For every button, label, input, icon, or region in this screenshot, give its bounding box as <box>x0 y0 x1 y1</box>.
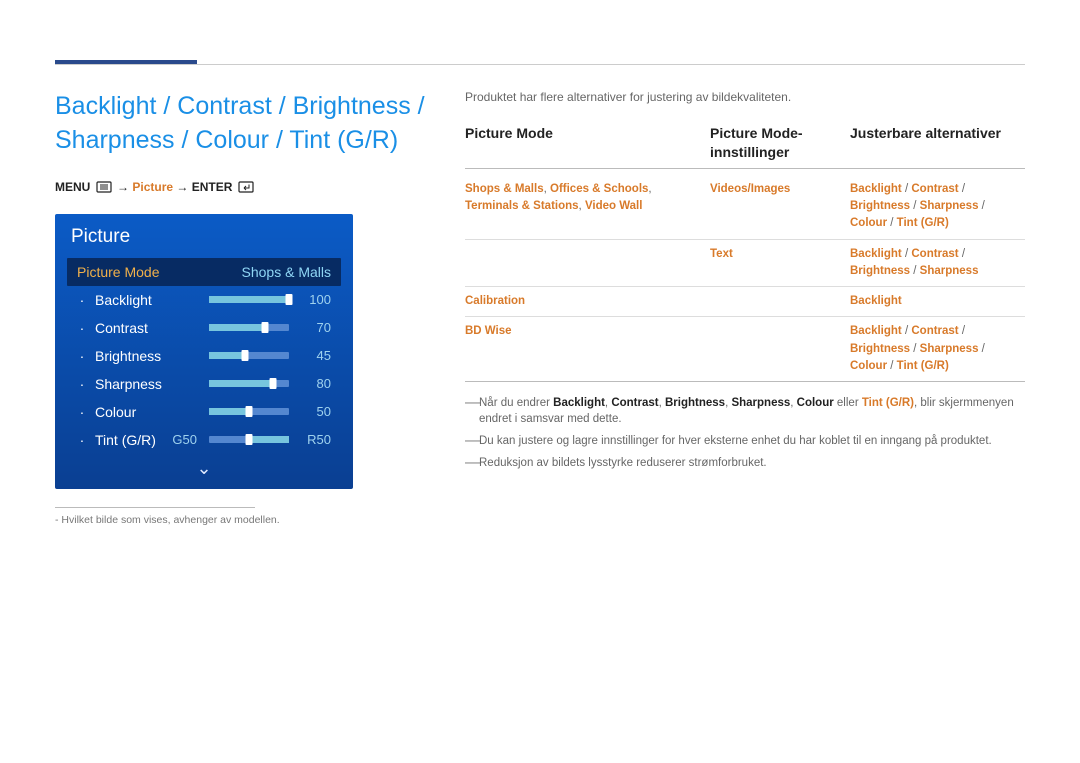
right-column: Produktet har flere alternativer for jus… <box>465 90 1025 526</box>
table-row: Shops & Malls, Offices & Schools, Termin… <box>465 175 1025 240</box>
osd-slider[interactable] <box>209 380 289 387</box>
breadcrumb-menu: MENU <box>55 180 90 194</box>
table-cell <box>710 323 850 375</box>
osd-slider[interactable] <box>209 352 289 359</box>
osd-tint-slider[interactable] <box>209 436 289 443</box>
osd-item-label: Colour <box>95 404 201 420</box>
divider-top <box>55 64 1025 65</box>
left-column: Backlight / Contrast / Brightness / Shar… <box>55 90 425 526</box>
osd-item-value: 80 <box>297 376 331 391</box>
bullet-icon: · <box>77 320 87 336</box>
table-cell: Backlight / Contrast / Brightness / Shar… <box>850 323 1025 375</box>
osd-row[interactable]: · Contrast 70 <box>67 314 341 342</box>
osd-tint-row[interactable]: · Tint (G/R) G50 R50 <box>67 426 341 454</box>
table-cell: Backlight / Contrast / Brightness / Shar… <box>850 181 1025 233</box>
note-text: Når du endrer Backlight, Contrast, Brigh… <box>479 395 1025 427</box>
osd-tint-left: G50 <box>165 432 197 447</box>
table-header-row: Picture Mode Picture Mode-innstillinger … <box>465 124 1025 169</box>
dash-icon: ― <box>465 433 479 449</box>
osd-selected-value: Shops & Malls <box>242 264 331 280</box>
osd-slider[interactable] <box>209 324 289 331</box>
footnote: - Hvilket bilde som vises, avhenger av m… <box>55 514 425 526</box>
table-cell <box>710 293 850 310</box>
bullet-icon: · <box>77 376 87 392</box>
table-cell: Videos/Images <box>710 181 850 233</box>
table-cell: BD Wise <box>465 323 710 375</box>
table-cell: Text <box>710 246 850 281</box>
note-row: ―Når du endrer Backlight, Contrast, Brig… <box>465 392 1025 430</box>
osd-row[interactable]: · Backlight 100 <box>67 286 341 314</box>
osd-item-label: Backlight <box>95 292 201 308</box>
osd-slider[interactable] <box>209 296 289 303</box>
table-cell: Shops & Malls, Offices & Schools, Termin… <box>465 181 710 233</box>
accent-bar <box>55 60 197 64</box>
osd-selected-label: Picture Mode <box>77 264 159 280</box>
table-header-picture-mode: Picture Mode <box>465 124 710 162</box>
osd-row[interactable]: · Sharpness 80 <box>67 370 341 398</box>
enter-icon <box>238 181 254 196</box>
note-row: ―Reduksjon av bildets lysstyrke redusere… <box>465 452 1025 474</box>
chevron-down-icon[interactable]: ⌄ <box>67 454 341 479</box>
table-row: BD Wise Backlight / Contrast / Brightness… <box>465 317 1025 382</box>
intro-text: Produktet har flere alternativer for jus… <box>465 90 1025 104</box>
osd-item-value: 45 <box>297 348 331 363</box>
osd-item-value: 100 <box>297 292 331 307</box>
breadcrumb: MENU → Picture → ENTER <box>55 180 425 196</box>
osd-row[interactable]: · Brightness 45 <box>67 342 341 370</box>
bullet-icon: · <box>77 292 87 308</box>
dash-icon: ― <box>465 455 479 471</box>
table-cell: Backlight / Contrast / Brightness / Shar… <box>850 246 1025 281</box>
osd-item-label: Contrast <box>95 320 201 336</box>
osd-slider[interactable] <box>209 408 289 415</box>
table-row: Calibration Backlight <box>465 287 1025 317</box>
breadcrumb-enter: ENTER <box>192 180 233 194</box>
osd-item-label: Brightness <box>95 348 201 364</box>
note-text: Du kan justere og lagre innstillinger fo… <box>479 433 1025 449</box>
table-cell: Backlight <box>850 293 1025 310</box>
bullet-icon: · <box>77 432 87 448</box>
notes-list: ―Når du endrer Backlight, Contrast, Brig… <box>465 392 1025 474</box>
note-text: Reduksjon av bildets lysstyrke reduserer… <box>479 455 1025 471</box>
osd-title: Picture <box>67 224 341 258</box>
table-cell: Calibration <box>465 293 710 310</box>
note-row: ―Du kan justere og lagre innstillinger f… <box>465 430 1025 452</box>
table-cell <box>465 246 710 281</box>
page-title: Backlight / Contrast / Brightness / Shar… <box>55 90 425 158</box>
dash-icon: ― <box>465 395 479 411</box>
bullet-icon: · <box>77 348 87 364</box>
breadcrumb-picture: Picture <box>132 180 173 194</box>
table-body: Shops & Malls, Offices & Schools, Termin… <box>465 175 1025 382</box>
table-row: TextBacklight / Contrast / Brightness / … <box>465 240 1025 288</box>
osd-tint-right: R50 <box>297 432 331 447</box>
osd-panel: Picture Picture Mode Shops & Malls · Back… <box>55 214 353 489</box>
osd-tint-label: Tint (G/R) <box>95 432 157 448</box>
table-header-settings: Picture Mode-innstillinger <box>710 124 850 162</box>
menu-icon <box>96 181 112 196</box>
osd-item-label: Sharpness <box>95 376 201 392</box>
osd-row[interactable]: · Colour 50 <box>67 398 341 426</box>
bullet-icon: · <box>77 404 87 420</box>
osd-item-value: 70 <box>297 320 331 335</box>
osd-item-value: 50 <box>297 404 331 419</box>
osd-selected-row[interactable]: Picture Mode Shops & Malls <box>67 258 341 286</box>
footnote-divider <box>55 507 255 508</box>
table-header-adjustable: Justerbare alternativer <box>850 124 1025 162</box>
